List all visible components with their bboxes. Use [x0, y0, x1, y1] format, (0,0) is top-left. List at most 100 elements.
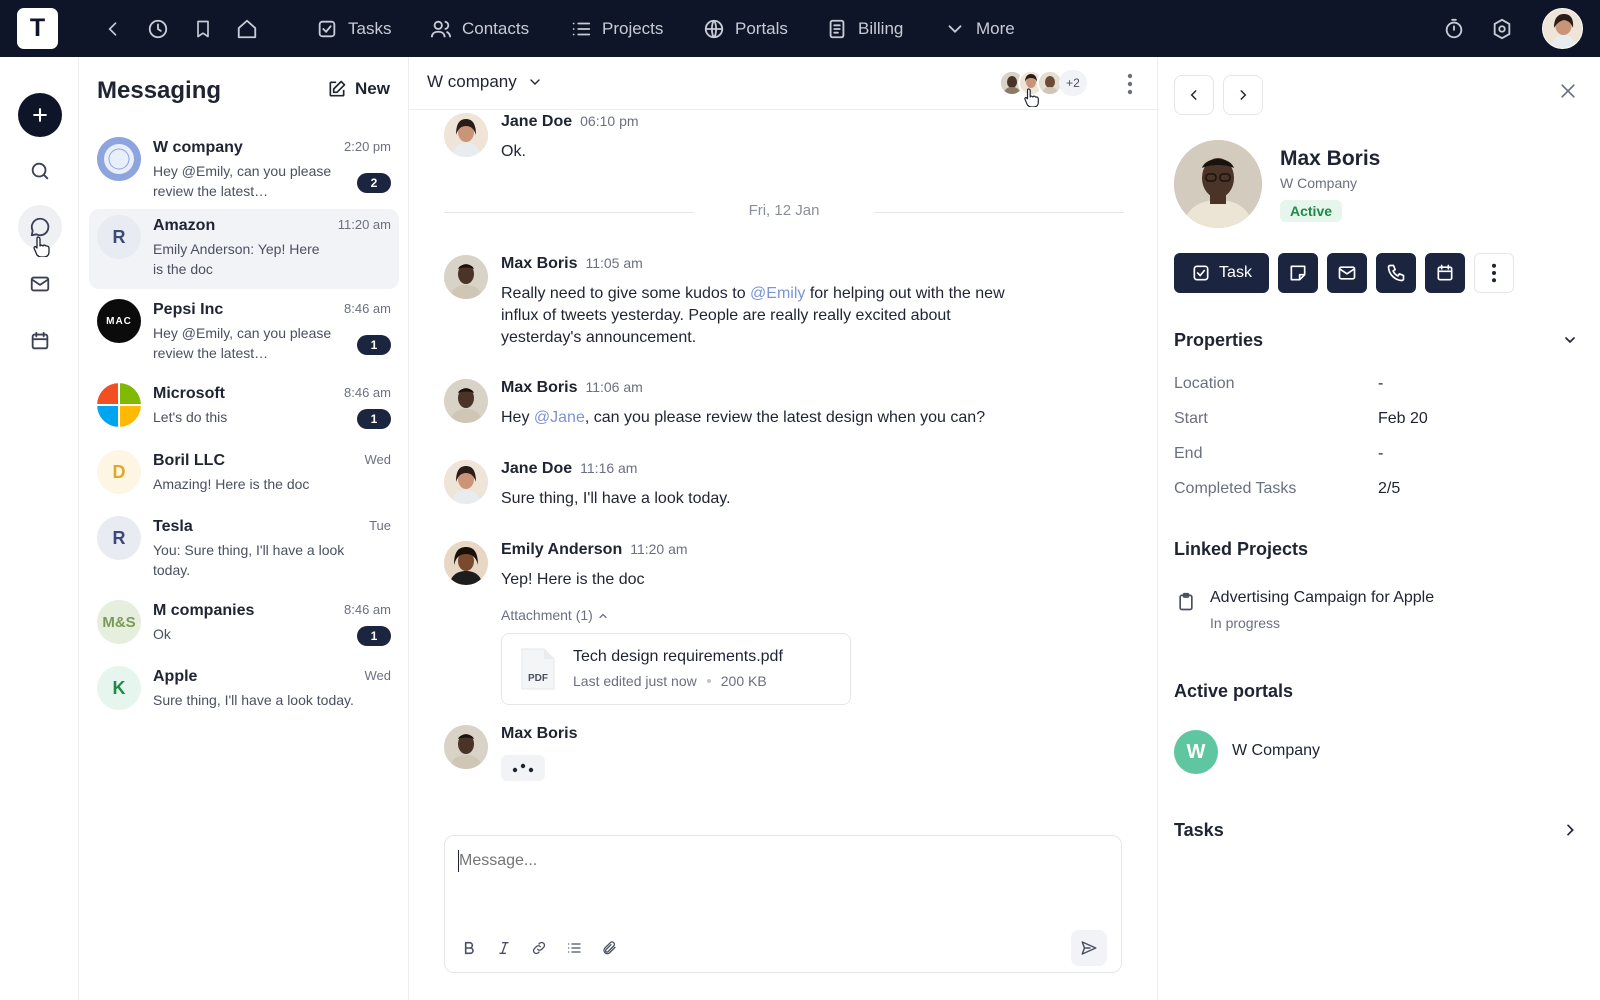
create-task-button[interactable]: Task: [1174, 253, 1269, 293]
mention-jane[interactable]: @Jane: [534, 409, 585, 426]
conversation-preview: Sure thing, I'll have a look today.: [153, 692, 354, 708]
bold-button[interactable]: [457, 936, 481, 960]
property-value: -: [1378, 445, 1384, 462]
portal-link[interactable]: W Company: [1232, 742, 1320, 760]
linked-project-link[interactable]: Advertising Campaign for Apple: [1210, 589, 1434, 607]
compose-icon: [329, 80, 346, 97]
contact-avatar: [1174, 140, 1262, 228]
chevron-left-icon: [1190, 90, 1197, 100]
message-author: Emily Anderson 11:20 am: [501, 541, 688, 559]
settings-icon[interactable]: [1489, 16, 1515, 42]
conversation-name: Boril LLC: [153, 452, 225, 469]
author-name: Jane Doe: [501, 113, 573, 130]
message-time: 06:10 pm: [580, 113, 639, 129]
mail-button[interactable]: [18, 262, 62, 306]
tasks-heading[interactable]: Tasks: [1174, 820, 1224, 841]
back-icon[interactable]: [100, 16, 126, 42]
message-input[interactable]: [459, 852, 1059, 870]
conversation-apple[interactable]: K Apple Wed Sure thing, I'll have a look…: [89, 660, 399, 740]
mention-emily[interactable]: @Emily: [750, 285, 805, 302]
participants-stack[interactable]: +2: [999, 70, 1087, 96]
nav-label: Portals: [735, 19, 788, 38]
conversation-name: Tesla: [153, 518, 193, 535]
chevron-down-icon[interactable]: [1562, 332, 1578, 348]
nav-portals[interactable]: Portals: [703, 15, 788, 43]
text-part: Really need to give some kudos to: [501, 285, 751, 302]
more-actions-button[interactable]: [1474, 253, 1514, 293]
chat-title-dropdown[interactable]: W company: [427, 72, 543, 92]
chevron-down-icon: [530, 79, 540, 85]
bullet-list-button[interactable]: [562, 936, 586, 960]
plus-icon: [33, 108, 47, 122]
chevron-right-icon[interactable]: [1562, 822, 1578, 838]
attachment-label: Attachment (1): [501, 607, 593, 623]
conversation-time: 8:46 am: [344, 301, 391, 316]
users-icon: [430, 20, 452, 38]
close-panel-icon[interactable]: [1558, 81, 1578, 101]
home-icon[interactable]: [234, 16, 260, 42]
conversation-tesla[interactable]: R Tesla Tue You: Sure thing, I'll have a…: [89, 510, 399, 590]
initial-avatar: R: [97, 516, 141, 560]
attachment-toggle[interactable]: Attachment (1): [501, 607, 609, 623]
user-avatar[interactable]: [1542, 8, 1583, 49]
note-button[interactable]: [1278, 253, 1318, 293]
calendar-icon: [31, 331, 49, 350]
company-logo-avatar: [97, 137, 141, 181]
paperclip-icon: [603, 941, 616, 955]
attach-button[interactable]: [597, 936, 621, 960]
attachment-file-card[interactable]: PDF Tech design requirements.pdf Last ed…: [501, 633, 851, 705]
author-name: Max Boris: [501, 725, 578, 742]
nav-more[interactable]: More: [944, 15, 1015, 43]
active-portals-heading: Active portals: [1174, 681, 1294, 701]
nav-projects[interactable]: Projects: [570, 15, 663, 43]
author-name: Emily Anderson: [501, 541, 623, 558]
app-logo[interactable]: T: [17, 8, 58, 49]
top-navigation-bar: T Tasks Contacts Projects Portals Billin…: [0, 0, 1600, 57]
timer-icon[interactable]: [1441, 16, 1467, 42]
conversation-w-company[interactable]: W company 2:20 pm Hey @Emily, can you pl…: [89, 131, 399, 211]
pdf-type-label: PDF: [528, 673, 548, 684]
status-badge: Active: [1280, 200, 1343, 222]
conversation-pepsi-inc[interactable]: MAC Pepsi Inc 8:46 am Hey @Emily, can yo…: [89, 293, 399, 373]
properties-heading[interactable]: Properties: [1174, 330, 1263, 351]
conversation-time: 8:46 am: [344, 602, 391, 617]
search-button[interactable]: [18, 149, 62, 193]
date-divider: Fri, 12 Jan: [444, 202, 1124, 222]
previous-contact-button[interactable]: [1174, 75, 1214, 115]
property-label: End: [1174, 445, 1203, 462]
send-button[interactable]: [1071, 930, 1107, 966]
nav-contacts[interactable]: Contacts: [430, 15, 529, 43]
calendar-button[interactable]: [18, 319, 62, 363]
conversation-amazon[interactable]: R Amazon 11:20 am Emily Anderson: Yep! H…: [89, 209, 399, 289]
schedule-button[interactable]: [1425, 253, 1465, 293]
conversation-list-panel: Messaging New W company 2:20 pm Hey @Emi…: [79, 57, 409, 1000]
contact-name: Max Boris: [1280, 147, 1381, 170]
clipboard-icon: [1176, 591, 1196, 613]
conversation-time: 8:46 am: [344, 385, 391, 400]
message-author: Max Boris 11:05 am: [501, 255, 643, 273]
link-button[interactable]: [527, 936, 551, 960]
nav-tasks[interactable]: Tasks: [316, 15, 391, 43]
create-button[interactable]: [18, 93, 62, 137]
nav-billing[interactable]: Billing: [826, 15, 903, 43]
call-button[interactable]: [1376, 253, 1416, 293]
check-square-icon: [318, 20, 336, 38]
portal-avatar: W: [1174, 730, 1218, 774]
conversation-preview: Hey @Emily, can you please review the la…: [153, 163, 332, 199]
next-contact-button[interactable]: [1223, 75, 1263, 115]
divider-line: [874, 212, 1124, 213]
message-text: Hey @Jane, can you please review the lat…: [501, 407, 1061, 429]
italic-button[interactable]: [492, 936, 516, 960]
pointer-cursor-icon: [1023, 87, 1041, 107]
bold-icon: [464, 941, 474, 955]
bookmark-icon[interactable]: [190, 16, 216, 42]
email-button[interactable]: [1327, 253, 1367, 293]
unread-badge: 1: [357, 626, 391, 646]
messaging-title: Messaging: [97, 77, 222, 104]
new-message-button[interactable]: New: [327, 79, 390, 99]
chat-more-options-icon[interactable]: [1127, 73, 1133, 95]
history-icon[interactable]: [145, 16, 171, 42]
emily-anderson-avatar: [444, 541, 488, 585]
linked-project-status: In progress: [1210, 615, 1281, 631]
property-value: 2/5: [1378, 480, 1401, 497]
